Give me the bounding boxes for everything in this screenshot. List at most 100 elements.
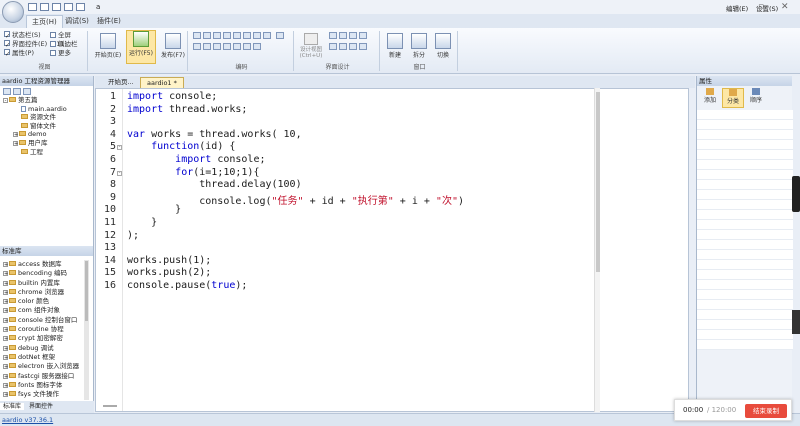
bookmark-icon[interactable] <box>203 43 211 50</box>
fold-toggle-icon[interactable]: - <box>117 170 122 176</box>
find-icon[interactable] <box>223 32 231 39</box>
align-top-icon[interactable] <box>359 32 367 39</box>
project-tree-item[interactable]: 窗体文件 <box>3 122 93 131</box>
expand-icon[interactable]: + <box>3 354 8 360</box>
property-row[interactable] <box>697 230 793 240</box>
wrap-icon[interactable] <box>253 43 261 50</box>
project-folder-icon[interactable] <box>3 88 11 95</box>
cut-icon[interactable] <box>193 32 201 39</box>
library-scroll-thumb[interactable] <box>85 261 88 321</box>
properties-category-button[interactable]: 分类 <box>722 88 744 108</box>
new-file-icon[interactable] <box>28 3 37 11</box>
property-row[interactable] <box>697 110 793 120</box>
code-line[interactable]: import thread.works; <box>127 104 247 115</box>
editor-scroll-thumb[interactable] <box>596 92 600 272</box>
close-icon[interactable]: ✕ <box>781 2 789 12</box>
redo-icon[interactable] <box>233 43 241 50</box>
library-item[interactable]: + bencoding 编码 <box>3 269 93 278</box>
property-row[interactable] <box>697 320 793 330</box>
split-button[interactable]: 拆分 <box>408 33 430 61</box>
property-row[interactable] <box>697 270 793 280</box>
library-item[interactable]: + com 组件对象 <box>3 306 93 315</box>
save-icon[interactable] <box>52 3 61 11</box>
same-size-icon[interactable] <box>349 43 357 50</box>
undo-icon[interactable] <box>223 43 231 50</box>
design-view-button[interactable]: 设计视图 (Ctrl+U) <box>298 33 324 59</box>
property-row[interactable] <box>697 180 793 190</box>
expand-icon[interactable]: + <box>3 262 8 268</box>
sidebar-button[interactable]: 侧边栏 <box>50 40 78 49</box>
library-item[interactable]: + chrome 浏览器 <box>3 288 93 297</box>
copy-icon[interactable] <box>203 32 211 39</box>
start-page-button[interactable]: 开始页(E) <box>92 33 124 61</box>
same-width-icon[interactable] <box>329 43 337 50</box>
code-line[interactable]: thread.delay(100) <box>127 179 301 190</box>
expand-icon[interactable]: + <box>13 140 18 146</box>
expand-icon[interactable]: + <box>3 345 8 351</box>
expand-icon[interactable]: + <box>3 280 8 286</box>
expand-icon[interactable]: + <box>3 327 8 333</box>
property-row[interactable] <box>697 150 793 160</box>
property-row[interactable] <box>697 250 793 260</box>
property-row[interactable] <box>697 210 793 220</box>
library-item[interactable]: + access 数据库 <box>3 260 93 269</box>
property-row[interactable] <box>697 120 793 130</box>
expand-icon[interactable]: + <box>3 308 8 314</box>
code-line[interactable]: import console; <box>127 154 265 165</box>
project-tree-item[interactable]: - 第五篇 <box>3 96 93 105</box>
ribbon-tab-home[interactable]: 主页(H) <box>26 15 63 28</box>
tab-order-icon[interactable] <box>359 43 367 50</box>
code-line[interactable]: works.push(2); <box>127 267 211 278</box>
run-button[interactable]: 运行(F5) <box>126 30 156 64</box>
library-item[interactable]: + debug 调试 <box>3 344 93 353</box>
expand-icon[interactable]: + <box>3 317 8 323</box>
property-row[interactable] <box>697 260 793 270</box>
switch-button[interactable]: 切换 <box>432 33 454 61</box>
expand-icon[interactable]: + <box>3 336 8 342</box>
interface-controls-toggle[interactable]: ✓ 界面控件(E) <box>4 40 47 49</box>
property-row[interactable] <box>697 200 793 210</box>
property-row[interactable] <box>697 290 793 300</box>
library-item[interactable]: + coroutine 协程 <box>3 325 93 334</box>
publish-button[interactable]: 发布(F7) <box>158 33 188 61</box>
fold-toggle-icon[interactable]: - <box>117 145 122 151</box>
comment-icon[interactable] <box>253 32 261 39</box>
property-row[interactable] <box>697 190 793 200</box>
tab-ui-controls[interactable]: 界面控件 <box>26 403 56 410</box>
side-dock-handle[interactable] <box>792 176 800 212</box>
outdent-icon[interactable] <box>193 43 201 50</box>
property-row[interactable] <box>697 310 793 320</box>
code-line[interactable]: for(i=1;10;1){ <box>127 167 259 178</box>
code-line[interactable]: function(id) { <box>127 141 235 152</box>
ribbon-tab-debug[interactable]: 调试(S) <box>60 15 94 28</box>
code-line[interactable]: console.pause(true); <box>127 280 247 291</box>
new-window-button[interactable]: 新建 <box>384 33 406 61</box>
property-grid[interactable] <box>697 110 793 350</box>
code-line[interactable]: } <box>127 204 181 215</box>
project-tree-item[interactable]: 资源文件 <box>3 113 93 122</box>
tab-aardio1[interactable]: aardio1 * <box>140 77 184 88</box>
more-button[interactable]: 更多 <box>50 49 71 58</box>
tab-stdlib[interactable]: 标准库 <box>0 403 25 410</box>
code-line[interactable]: ); <box>127 230 139 241</box>
ribbon-tab-plugins[interactable]: 插件(E) <box>92 15 126 28</box>
expand-icon[interactable]: + <box>13 132 18 138</box>
property-row[interactable] <box>697 160 793 170</box>
project-tree-item[interactable]: + 用户库 <box>3 139 93 148</box>
code-line[interactable]: var works = thread.works( 10, <box>127 129 302 140</box>
expand-icon[interactable]: + <box>3 271 8 277</box>
library-item[interactable]: + fsys 文件操作 <box>3 390 93 399</box>
project-refresh-icon[interactable] <box>23 88 31 95</box>
expand-icon[interactable]: + <box>3 364 8 370</box>
project-tree-item[interactable]: + demo <box>3 130 93 139</box>
stop-recording-button[interactable]: 结束录制 <box>745 404 787 418</box>
same-height-icon[interactable] <box>339 43 347 50</box>
goto-icon[interactable] <box>213 43 221 50</box>
align-left-icon[interactable] <box>329 32 337 39</box>
paste-icon[interactable] <box>213 32 221 39</box>
side-dock-handle-lower[interactable] <box>792 310 800 334</box>
open-file-icon[interactable] <box>40 3 49 11</box>
uncomment-icon[interactable] <box>263 32 271 39</box>
expand-icon[interactable]: + <box>3 382 8 388</box>
collapse-icon[interactable]: - <box>3 98 8 104</box>
